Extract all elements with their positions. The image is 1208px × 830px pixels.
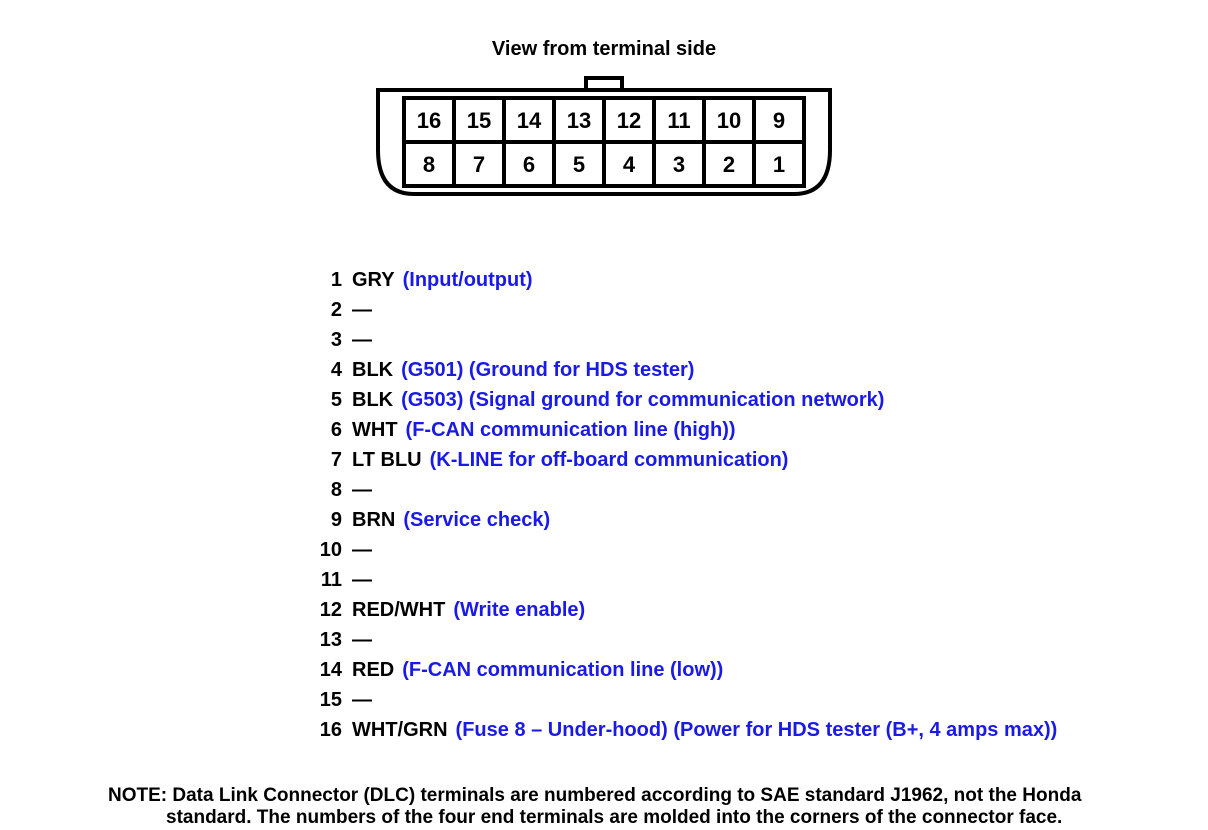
pin-row-7: 7 LT BLU (K-LINE for off-board communicati…	[312, 445, 1132, 475]
pin-description: (K-LINE for off-board communication)	[430, 445, 789, 475]
pin-color: WHT	[352, 415, 398, 445]
connector-pin-16: 16	[417, 108, 441, 133]
diagram-title: View from terminal side	[0, 38, 1208, 61]
connector-pin-8: 8	[423, 152, 435, 177]
pin-row-8: 8—	[312, 475, 1132, 505]
connector-diagram: 16 8 15 7 14 6 13 5 12 4 11 3 10 2 9 1	[374, 70, 834, 205]
pin-description: (Write enable)	[453, 595, 585, 625]
pin-description: (F-CAN communication line (low))	[402, 655, 723, 685]
connector-pin-6: 6	[523, 152, 535, 177]
connector-pin-5: 5	[573, 152, 585, 177]
pin-row-6: 6 WHT (F-CAN communication line (high))	[312, 415, 1132, 445]
pin-number: 7	[312, 445, 342, 475]
pin-color: BLK	[352, 385, 393, 415]
pin-row-5: 5 BLK (G503) (Signal ground for communicat…	[312, 385, 1132, 415]
note-text-line1: Data Link Connector (DLC) terminals are …	[172, 785, 1081, 806]
pin-row-4: 4 BLK (G501) (Ground for HDS tester)	[312, 355, 1132, 385]
pin-color: GRY	[352, 265, 395, 295]
pin-row-11: 11 —	[312, 565, 1132, 595]
pin-color: BLK	[352, 355, 393, 385]
note-label: NOTE:	[108, 785, 167, 806]
pin-empty-marker: —	[352, 325, 374, 355]
page: View from terminal side 1681571461351241…	[0, 0, 1208, 830]
pin-empty-marker: —	[352, 625, 374, 655]
connector-pin-1: 1	[773, 152, 785, 177]
pin-number: 4	[312, 355, 342, 385]
pin-empty-marker: —	[352, 685, 374, 715]
pin-color: RED/WHT	[352, 595, 445, 625]
pin-number: 9	[312, 505, 342, 535]
pin-number: 2	[312, 295, 342, 325]
pin-number: 15	[312, 685, 342, 715]
pin-number: 6	[312, 415, 342, 445]
pin-number: 3	[312, 325, 342, 355]
pin-color: RED	[352, 655, 394, 685]
pin-empty-marker: —	[352, 535, 374, 565]
connector-pin-10: 10	[717, 108, 741, 133]
connector-pin-7: 7	[473, 152, 485, 177]
connector-pin-3: 3	[673, 152, 685, 177]
pin-description: (Input/output)	[403, 265, 533, 295]
pin-number: 16	[312, 715, 342, 745]
pin-row-16: 16 WHT/GRN (Fuse 8 – Under-hood) (Power fo…	[312, 715, 1132, 745]
pin-description: (Fuse 8 – Under-hood) (Power for HDS tes…	[456, 715, 1058, 745]
connector-pin-4: 4	[623, 152, 636, 177]
pin-row-9: 9 BRN (Service check)	[312, 505, 1132, 535]
pin-number: 1	[312, 265, 342, 295]
pin-number: 12	[312, 595, 342, 625]
pin-color: WHT/GRN	[352, 715, 448, 745]
pin-empty-marker: —	[352, 475, 374, 505]
connector-pin-11: 11	[667, 108, 690, 133]
pin-row-13: 13 —	[312, 625, 1132, 655]
pin-description: (G503) (Signal ground for communication …	[401, 385, 884, 415]
connector-pin-14: 14	[517, 108, 542, 133]
pin-number: 13	[312, 625, 342, 655]
connector-pin-13: 13	[567, 108, 591, 133]
pin-number: 8	[312, 475, 342, 505]
pin-empty-marker: —	[352, 295, 374, 325]
pin-row-3: 3—	[312, 325, 1132, 355]
pin-row-1: 1 GRY (Input/output)	[312, 265, 1132, 295]
pin-number: 14	[312, 655, 342, 685]
pin-color: LT BLU	[352, 445, 422, 475]
pin-number: 10	[312, 535, 342, 565]
pin-description: (Service check)	[403, 505, 550, 535]
pin-description: (G501) (Ground for HDS tester)	[401, 355, 694, 385]
pin-row-10: 10 —	[312, 535, 1132, 565]
pin-description: (F-CAN communication line (high))	[406, 415, 736, 445]
connector-pin-9: 9	[773, 108, 785, 133]
pin-empty-marker: —	[352, 565, 374, 595]
pin-row-15: 15 —	[312, 685, 1132, 715]
pin-color: BRN	[352, 505, 395, 535]
connector-pin-12: 12	[617, 108, 641, 133]
note: NOTE: Data Link Connector (DLC) terminal…	[108, 785, 1108, 829]
pin-number: 5	[312, 385, 342, 415]
pin-number: 11	[312, 565, 342, 595]
note-text-line2: standard. The numbers of the four end te…	[108, 807, 1108, 829]
pin-row-2: 2—	[312, 295, 1132, 325]
connector-pin-15: 15	[467, 108, 491, 133]
pin-row-14: 14 RED (F-CAN communication line (low))	[312, 655, 1132, 685]
pin-row-12: 12 RED/WHT (Write enable)	[312, 595, 1132, 625]
pin-list: 1GRY(Input/output)2—3—4BLK(G501) (Ground…	[312, 265, 1132, 745]
connector-pin-2: 2	[723, 152, 735, 177]
